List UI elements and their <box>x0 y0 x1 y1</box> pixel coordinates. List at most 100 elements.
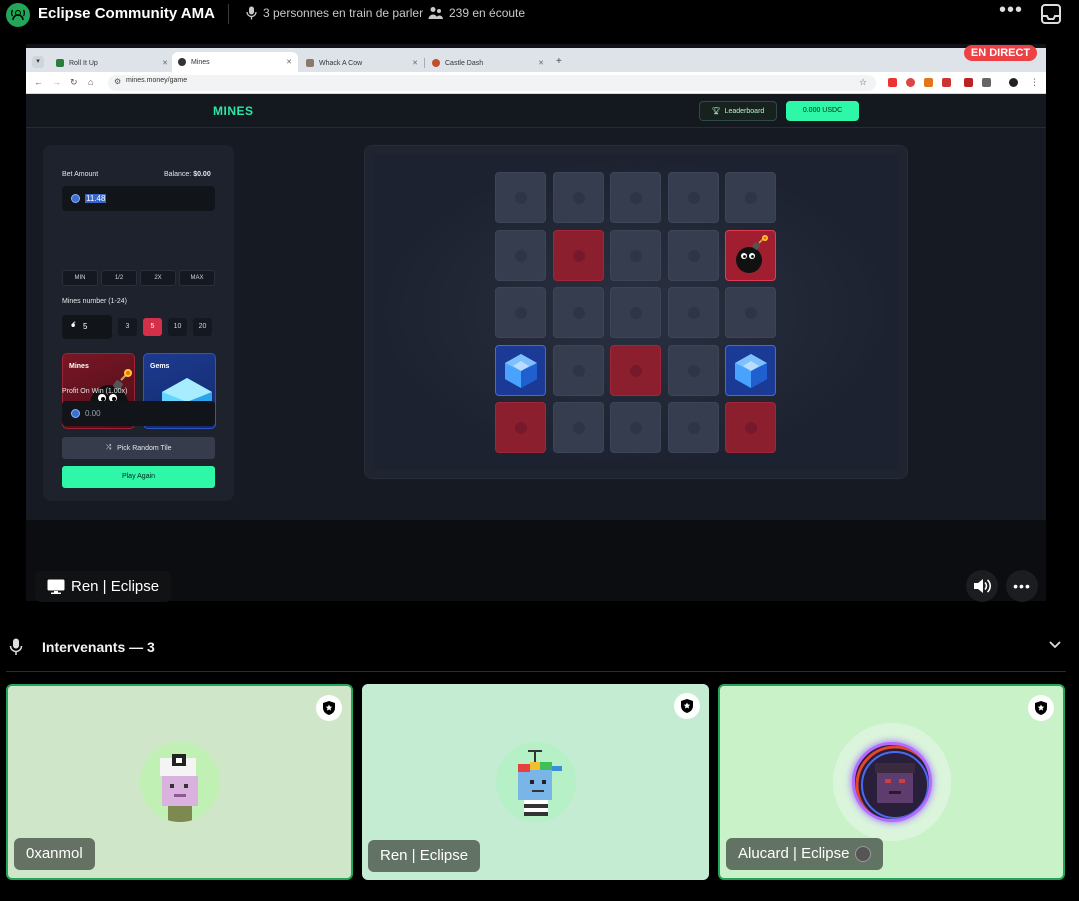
board-tile-mine-revealed[interactable] <box>610 344 661 396</box>
extension-icon[interactable] <box>906 78 915 87</box>
topbar-divider <box>228 4 229 24</box>
board-tile-bomb-hit[interactable] <box>725 229 776 281</box>
mines-option-5[interactable]: 5 <box>143 318 162 336</box>
board-tile-mine-revealed[interactable] <box>495 402 546 453</box>
bookmark-star-icon[interactable]: ☆ <box>859 77 867 88</box>
profit-input: 0.00 <box>62 401 215 426</box>
browser-toolbar: ← → ↻ ⌂ ⚙ mines.money/game ☆ ⋮ <box>26 72 1046 94</box>
bet-double-button[interactable]: 2X <box>140 270 176 286</box>
board-tile-hidden[interactable] <box>610 229 661 281</box>
board-tile-hidden[interactable] <box>667 402 719 453</box>
board-tile-hidden[interactable] <box>667 172 719 223</box>
board-tile-mine-revealed[interactable] <box>725 402 776 453</box>
listeners-icon <box>428 7 443 19</box>
board-tile-hidden[interactable] <box>725 287 776 338</box>
tab-search-icon[interactable]: ▾ <box>32 56 44 68</box>
puzzle-icon[interactable] <box>982 78 991 87</box>
speaker-name: Alucard | Eclipse <box>726 838 884 870</box>
board-tile-hidden[interactable] <box>552 287 604 338</box>
tab-roll-it-up[interactable]: Roll It Up ✕ <box>50 54 174 72</box>
tab-close-icon[interactable]: ✕ <box>286 58 292 66</box>
speakers-header[interactable]: Intervenants — 3 <box>0 634 1079 660</box>
listening-text: 239 en écoute <box>449 6 526 20</box>
board-tile-hidden[interactable] <box>610 287 661 338</box>
tab-whack-a-cow[interactable]: Whack A Cow ✕ <box>300 54 424 72</box>
bet-max-button[interactable]: MAX <box>179 270 215 286</box>
board-tile-hidden[interactable] <box>667 229 719 281</box>
url-text: mines.money/game <box>126 77 188 84</box>
usdc-coin-icon <box>71 194 80 203</box>
screen-share-icon <box>47 579 65 594</box>
tab-castle-dash[interactable]: Castle Dash ✕ <box>426 54 550 72</box>
back-icon[interactable]: ← <box>34 77 43 87</box>
address-bar[interactable] <box>108 75 876 91</box>
extension-icon[interactable] <box>888 78 897 87</box>
trophy-icon: 🏆︎ <box>711 108 721 115</box>
leaderboard-button[interactable]: 🏆︎ Leaderboard <box>699 101 777 121</box>
forward-icon[interactable]: → <box>52 77 61 87</box>
tab-close-icon[interactable]: ✕ <box>412 59 418 67</box>
shield-extension-icon[interactable] <box>964 78 973 87</box>
board-tile-hidden[interactable] <box>610 172 661 223</box>
board-tile-hidden[interactable] <box>552 344 604 396</box>
screen-share-stream[interactable]: ▾ Roll It Up ✕ Mines ✕ Whack A Cow ✕ Cas… <box>26 44 1046 601</box>
tab-close-icon[interactable]: ✕ <box>538 59 544 67</box>
moderator-badge-icon <box>316 695 342 721</box>
board-tile-hidden[interactable] <box>552 172 604 223</box>
board-tile-hidden[interactable] <box>552 402 604 453</box>
whack-a-cow-favicon <box>306 59 314 67</box>
bet-amount-label: Bet Amount <box>62 171 99 178</box>
board-tile-hidden[interactable] <box>610 402 661 453</box>
wallet-balance-button[interactable]: 0.000 USDC <box>786 101 859 121</box>
volume-button[interactable] <box>966 570 998 602</box>
mines-favicon <box>178 58 186 66</box>
board-tile-hidden[interactable] <box>495 229 546 281</box>
site-info-icon[interactable]: ⚙ <box>114 77 121 86</box>
new-tab-button[interactable]: + <box>556 56 562 67</box>
chevron-down-icon[interactable] <box>1048 640 1062 650</box>
inbox-icon[interactable] <box>1040 3 1062 25</box>
badge-emoji-icon <box>855 846 872 862</box>
mines-number-label: Mines number (1-24) <box>62 298 127 305</box>
board-tile-mine-revealed[interactable] <box>552 229 604 281</box>
speaker-tile-alucard-eclipse[interactable]: Alucard | Eclipse <box>718 684 1065 880</box>
board-tile-hidden[interactable] <box>725 172 776 223</box>
board-tile-hidden[interactable] <box>495 172 546 223</box>
board-tile-hidden[interactable] <box>667 344 719 396</box>
bet-amount-input[interactable]: 11.48 <box>62 186 215 211</box>
pick-random-tile-button[interactable]: ⤨ Pick Random Tile <box>62 437 215 459</box>
profile-avatar[interactable] <box>1009 78 1018 87</box>
listening-count: 239 en écoute <box>428 6 525 20</box>
speaker-name: Ren | Eclipse <box>368 840 481 872</box>
tab-close-icon[interactable]: ✕ <box>162 59 168 67</box>
tab-mines[interactable]: Mines ✕ <box>172 52 298 72</box>
speakers-divider <box>6 671 1066 672</box>
speaker-tile-0xanmol[interactable]: 0xanmol <box>6 684 353 880</box>
board-tile-gem[interactable] <box>725 344 776 396</box>
board-tile-gem[interactable] <box>495 344 546 396</box>
browser-tabstrip: ▾ Roll It Up ✕ Mines ✕ Whack A Cow ✕ Cas… <box>26 48 1046 72</box>
profit-label: Profit On Win (1.00x) <box>62 388 128 395</box>
play-again-button[interactable]: Play Again <box>62 466 215 488</box>
mines-board <box>364 145 908 479</box>
bet-half-button[interactable]: 1/2 <box>101 270 137 286</box>
extension-icon[interactable] <box>942 78 951 87</box>
stream-more-button[interactable]: ••• <box>1006 570 1038 602</box>
metamask-icon[interactable] <box>924 78 933 87</box>
mines-number-input[interactable]: 💣︎ 5 <box>62 315 112 339</box>
bomb-small-icon: 💣︎ <box>71 322 76 329</box>
browser-menu-icon[interactable]: ⋮ <box>1030 77 1039 88</box>
mines-option-3[interactable]: 3 <box>118 318 137 336</box>
home-icon[interactable]: ⌂ <box>88 77 93 87</box>
reload-icon[interactable]: ↻ <box>70 77 78 88</box>
mines-option-20[interactable]: 20 <box>193 318 212 336</box>
mines-option-10[interactable]: 10 <box>168 318 187 336</box>
board-tile-hidden[interactable] <box>667 287 719 338</box>
live-badge: EN DIRECT <box>964 45 1037 61</box>
board-tile-hidden[interactable] <box>495 287 546 338</box>
site-logo[interactable]: MINES <box>213 104 254 118</box>
site-header: MINES 🏆︎ Leaderboard 0.000 USDC <box>26 94 1046 128</box>
speaker-tile-ren-eclipse[interactable]: Ren | Eclipse <box>362 684 709 880</box>
bet-min-button[interactable]: MIN <box>62 270 98 286</box>
more-options-icon[interactable]: ••• <box>996 0 1026 23</box>
